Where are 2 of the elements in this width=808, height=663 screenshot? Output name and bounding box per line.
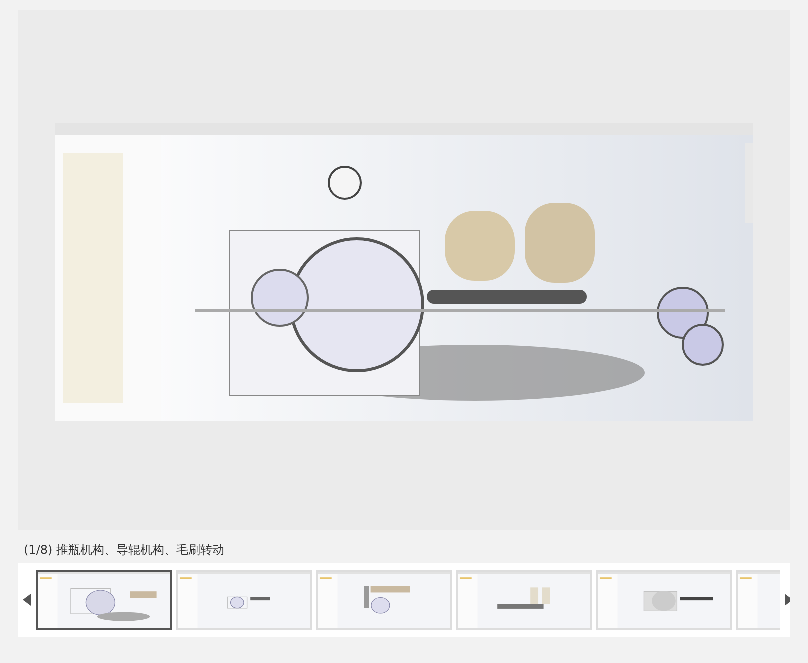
image-caption: (1/8) 推瓶机构、导辊机构、毛刷转动 xyxy=(23,542,226,558)
left-triangle-icon xyxy=(23,594,31,606)
